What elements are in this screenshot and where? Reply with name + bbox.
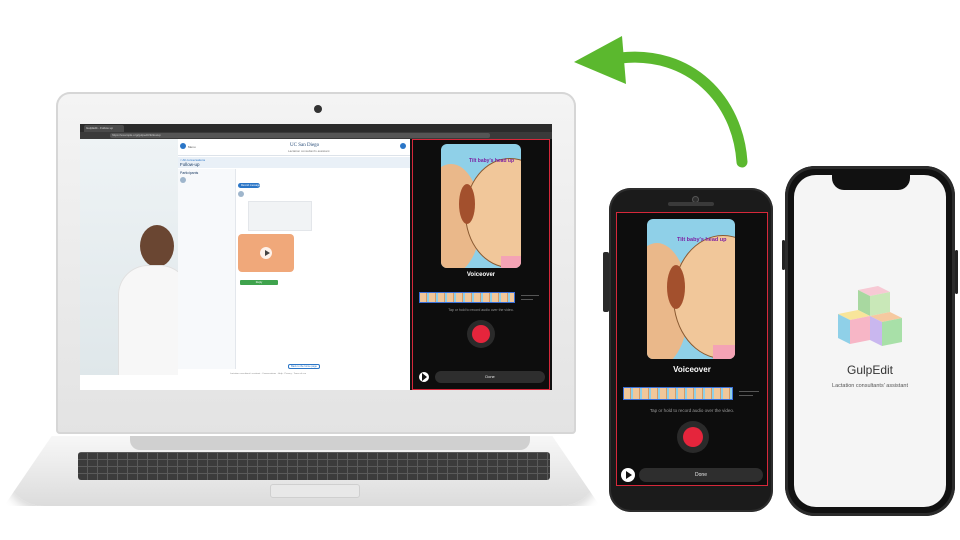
baby-clothes [713, 345, 735, 359]
nipple [459, 184, 475, 224]
nipple [667, 265, 685, 309]
voiceover-panel: Tilt baby's head up Voiceover Tap or hol… [412, 139, 550, 390]
play-icon [422, 373, 427, 381]
video-filmstrip[interactable] [623, 387, 733, 400]
done-button[interactable]: Done [639, 468, 763, 482]
browser-tab[interactable]: GulpEdit - Follow up [84, 125, 124, 132]
breastfeeding-illustration: Tilt baby's head up [441, 144, 521, 268]
android-voiceover-screen: Tilt baby's head up Voiceover Tap or hol… [616, 212, 768, 486]
back-home-button[interactable]: Back to the home page [288, 364, 320, 369]
voiceover-heading: Voiceover [466, 272, 496, 278]
page-title: Follow-up [180, 162, 200, 167]
menu-label[interactable]: Menu [188, 145, 196, 149]
iphone-notch [832, 174, 910, 190]
android-speaker [668, 202, 714, 206]
header-divider [178, 155, 410, 156]
address-bar[interactable]: https://example.org/gulpedit/followup [110, 133, 490, 138]
laptop-trackpad [270, 484, 360, 498]
laptop-camera [314, 105, 322, 113]
record-hint: Tap or hold to record audio over the vid… [448, 308, 514, 312]
menu-icon[interactable] [180, 143, 186, 149]
participants-sidebar [178, 169, 236, 369]
laptop-hinge [130, 436, 530, 450]
filmstrip-meta [521, 299, 533, 300]
app-tagline: Lactation consultants' assistant [832, 383, 908, 389]
title-bar [178, 157, 410, 168]
record-icon [683, 427, 703, 447]
filmstrip-meta [521, 295, 539, 296]
site-subtitle: Lactation consultant's assistant [288, 149, 330, 153]
avatar [180, 177, 186, 183]
done-button[interactable]: Done [435, 371, 545, 383]
laptop-screen: GulpEdit - Follow up https://example.org… [80, 124, 552, 390]
record-message-pill[interactable]: Record message [238, 183, 260, 188]
play-icon [626, 471, 632, 479]
web-page: Menu UC San Diego Lactation consultant's… [80, 139, 410, 390]
person-body [118, 265, 178, 375]
laptop-keyboard [78, 452, 550, 480]
help-icon[interactable] [400, 143, 406, 149]
message-bubble [248, 201, 312, 231]
play-icon-glyph [265, 250, 270, 256]
app-name: GulpEdit [846, 363, 894, 377]
site-logo: UC San Diego [290, 143, 320, 148]
voiceover-heading: Voiceover [673, 365, 711, 374]
illustration-caption: Tilt baby's head up [469, 158, 514, 164]
avatar [238, 191, 244, 197]
breastfeeding-illustration: Tilt baby's head up [647, 219, 735, 359]
person-head [140, 225, 174, 267]
gulpedit-blocks-logo [838, 286, 902, 346]
page-footer: Lactation consultants' assistant · Conve… [230, 373, 307, 375]
filmstrip-meta [739, 391, 759, 392]
sync-arrow-icon [574, 36, 748, 168]
baby-clothes [501, 256, 521, 268]
filmstrip-meta [739, 395, 753, 396]
record-icon [472, 325, 490, 343]
browser-tabbar: GulpEdit - Follow up [80, 124, 552, 132]
illustration-caption: Tilt baby's head up [677, 237, 727, 243]
video-thumbnail[interactable] [238, 234, 294, 272]
video-filmstrip[interactable] [419, 292, 515, 303]
participants-heading: Participants [180, 171, 199, 175]
reply-button[interactable]: Reply [240, 280, 278, 285]
iphone-power-button [955, 250, 958, 294]
hero-photo [80, 139, 178, 375]
device-showcase: GulpEdit - Follow up https://example.org… [0, 0, 960, 540]
record-hint: Tap or hold to record audio over the vid… [649, 408, 735, 413]
